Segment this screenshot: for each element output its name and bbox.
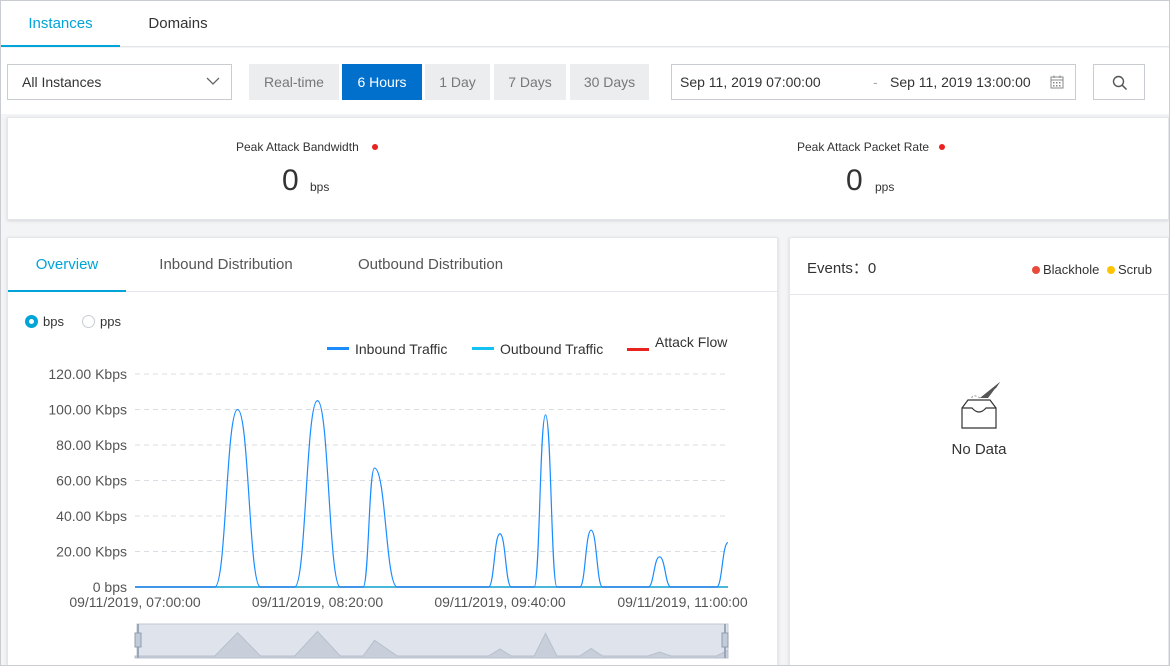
date-end: Sep 11, 2019 13:00:00 (890, 74, 1031, 90)
alert-dot-icon (939, 144, 945, 150)
x-tick-label: 09/11/2019, 07:00:00 (69, 594, 201, 610)
calendar-icon[interactable] (1049, 74, 1065, 90)
y-tick-label: 120.00 Kbps (48, 366, 127, 382)
empty-state-text: No Data (951, 441, 1007, 458)
instance-select-value: All Instances (22, 74, 102, 90)
app-frame: Instances Domains All Instances Real-tim… (0, 0, 1170, 666)
peak-stats-card: Peak Attack Bandwidth 0 bps Peak Attack … (7, 117, 1169, 220)
legend-blackhole[interactable]: Blackhole (1032, 262, 1099, 277)
alert-dot-icon (372, 144, 378, 150)
legend-scrub-label: Scrub (1118, 262, 1152, 277)
peak-packet-rate-value: 0 (846, 164, 863, 197)
date-separator: - (873, 74, 878, 90)
instance-select[interactable]: All Instances (7, 64, 232, 100)
top-tab-bar: Instances Domains (1, 1, 1169, 47)
zoom-handle-left-grip[interactable] (134, 632, 142, 648)
range-7-days-button[interactable]: 7 Days (494, 64, 566, 100)
search-button[interactable] (1093, 64, 1145, 100)
x-tick-label: 09/11/2019, 08:20:00 (252, 594, 384, 610)
y-tick-label: 40.00 Kbps (56, 508, 127, 524)
y-tick-label: 0 bps (93, 579, 127, 595)
legend-dot (1107, 266, 1115, 274)
legend-blackhole-label: Blackhole (1043, 262, 1100, 277)
filter-toolbar: All Instances Real-time 6 Hours 1 Day 7 … (1, 48, 1169, 114)
range-6-hours-button[interactable]: 6 Hours (342, 64, 422, 100)
date-start: Sep 11, 2019 07:00:00 (680, 74, 821, 90)
legend-dot (1032, 266, 1040, 274)
events-header: Events：0 Blackhole Scrub (790, 238, 1168, 295)
events-panel: Events：0 Blackhole Scrub No Data (789, 237, 1169, 665)
y-tick-label: 100.00 Kbps (48, 402, 127, 418)
zoom-handle-right-grip[interactable] (721, 632, 729, 648)
empty-inbox-icon (961, 382, 1000, 429)
x-tick-label: 09/11/2019, 09:40:00 (434, 594, 566, 610)
search-icon (1112, 75, 1128, 91)
traffic-line-chart: 0 bps 20.00 Kbps 40.00 Kbps 60.00 Kbps 80.00… (48, 366, 748, 659)
y-tick-label: 20.00 Kbps (56, 544, 127, 560)
range-30-days-button[interactable]: 30 Days (570, 64, 649, 100)
range-1-day-button[interactable]: 1 Day (425, 64, 490, 100)
inbound-traffic-line (135, 400, 729, 588)
peak-packet-rate-unit: pps (875, 180, 895, 194)
x-tick-label: 09/11/2019, 11:00:00 (617, 594, 747, 610)
peak-packet-rate-label: Peak Attack Packet Rate (797, 140, 930, 154)
peak-bandwidth-unit: bps (310, 180, 330, 194)
tab-instances[interactable]: Instances (1, 1, 120, 47)
peak-bandwidth-label: Peak Attack Bandwidth (236, 140, 359, 154)
tab-domains[interactable]: Domains (120, 1, 236, 47)
events-title: Events：0 (807, 260, 877, 277)
y-tick-label: 60.00 Kbps (56, 473, 127, 489)
peak-bandwidth-value: 0 (282, 164, 299, 197)
legend-scrub[interactable]: Scrub (1107, 262, 1152, 277)
traffic-chart-panel: Overview Inbound Distribution Outbound D… (7, 237, 778, 665)
date-range-picker[interactable]: Sep 11, 2019 07:00:00 - Sep 11, 2019 13:… (671, 64, 1076, 100)
y-tick-label: 80.00 Kbps (56, 437, 127, 453)
chevron-down-icon (206, 77, 220, 85)
range-realtime-button[interactable]: Real-time (249, 64, 339, 100)
